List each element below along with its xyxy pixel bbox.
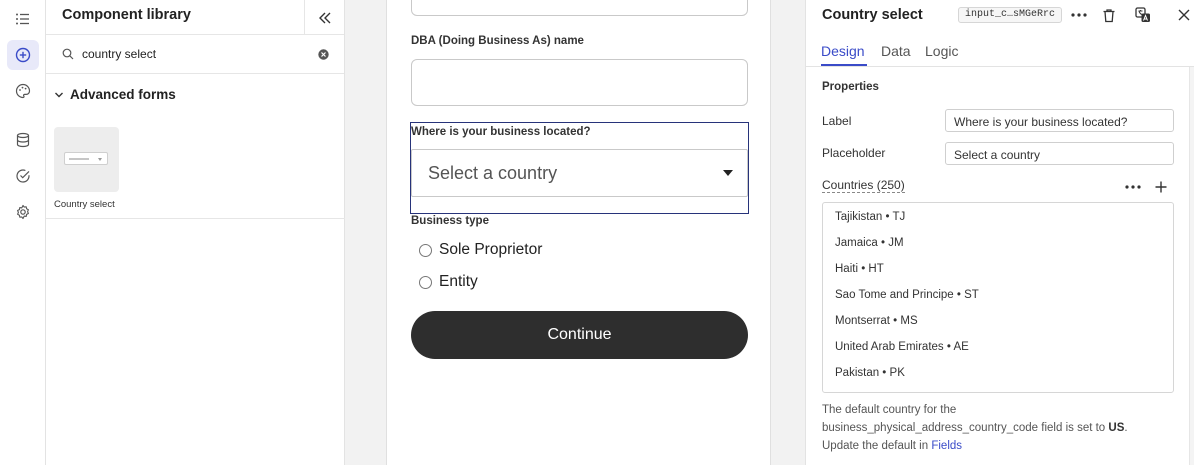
continue-button[interactable]: Continue xyxy=(411,311,748,359)
previous-input[interactable] xyxy=(411,0,748,16)
icon-rail xyxy=(0,0,46,465)
list-item[interactable]: Tajikistan • TJ xyxy=(823,209,1173,235)
library-search xyxy=(46,35,344,74)
library-title: Component library xyxy=(62,7,191,23)
dba-input[interactable] xyxy=(411,59,748,106)
select-preview-icon xyxy=(64,152,108,165)
tab-design[interactable]: Design xyxy=(821,43,865,59)
component-id-badge[interactable]: input_c…sMGeRrc xyxy=(958,7,1063,23)
radio-circle[interactable] xyxy=(419,243,432,257)
database-icon xyxy=(16,132,30,148)
list-item[interactable]: Montserrat • MS xyxy=(823,313,1173,339)
list-item[interactable]: Jamaica • JM xyxy=(823,235,1173,261)
plus-icon xyxy=(1155,181,1167,193)
help-default-value: US xyxy=(1108,422,1125,434)
check-circle-icon xyxy=(16,169,30,183)
default-country-help: The default country for the business_phy… xyxy=(822,404,1128,452)
translate-button[interactable] xyxy=(1134,6,1152,24)
radio-sole-proprietor[interactable]: Sole Proprietor xyxy=(419,241,542,259)
add-component-button[interactable] xyxy=(7,40,39,70)
clear-search-icon[interactable] xyxy=(318,49,329,60)
section-title: Advanced forms xyxy=(70,87,176,102)
tab-data[interactable]: Data xyxy=(881,43,911,59)
divider xyxy=(46,218,345,219)
panel-tabs: Design Data Logic xyxy=(806,36,1194,67)
radio-label: Entity xyxy=(439,273,478,290)
label-field[interactable]: Where is your business located? xyxy=(945,109,1174,132)
properties-panel: Country select input_c…sMGeRrc Design Da… xyxy=(805,0,1194,465)
select-placeholder: Select a country xyxy=(428,163,558,183)
list-item[interactable]: United Arab Emirates • AE xyxy=(823,339,1173,365)
add-country-button[interactable] xyxy=(1153,179,1169,195)
translate-icon xyxy=(1135,7,1150,22)
active-tab-indicator xyxy=(821,64,867,66)
business-type-label: Business type xyxy=(411,215,489,227)
panel-title: Country select xyxy=(822,7,923,23)
data-button[interactable] xyxy=(7,125,39,155)
search-input[interactable] xyxy=(82,44,312,64)
fields-link[interactable]: Fields xyxy=(931,440,962,452)
country-select-dropdown[interactable]: Select a country xyxy=(411,149,748,197)
more-horizontal-icon xyxy=(1125,185,1141,189)
help-text: The default country for the xyxy=(822,404,957,416)
list-icon xyxy=(16,13,29,25)
trash-icon xyxy=(1103,8,1115,22)
radio-label: Sole Proprietor xyxy=(439,241,543,258)
component-card-label: Country select xyxy=(54,199,115,210)
theme-button[interactable] xyxy=(7,76,39,106)
component-card-country-select[interactable]: Country select xyxy=(54,127,136,210)
form-preview: DBA (Doing Business As) name Where is yo… xyxy=(386,0,771,465)
selected-country-select-component[interactable]: Where is your business located? Select a… xyxy=(410,122,749,214)
list-item[interactable]: Haiti • HT xyxy=(823,261,1173,287)
label-property-label: Label xyxy=(822,114,852,128)
radio-circle[interactable] xyxy=(419,275,432,289)
double-chevron-left-icon xyxy=(318,12,330,23)
location-label: Where is your business located? xyxy=(411,126,591,138)
checks-button[interactable] xyxy=(7,161,39,191)
chevron-down-icon xyxy=(55,92,63,98)
list-item[interactable]: Sao Tome and Principe • ST xyxy=(823,287,1173,313)
outline-button[interactable] xyxy=(7,4,39,34)
palette-icon xyxy=(15,83,31,99)
properties-heading: Properties xyxy=(822,81,879,93)
scrollbar[interactable] xyxy=(1189,67,1194,465)
component-library-panel: Component library Advanced forms Country… xyxy=(46,0,345,465)
countries-more-button[interactable] xyxy=(1125,179,1141,195)
canvas: DBA (Doing Business As) name Where is yo… xyxy=(345,0,805,465)
placeholder-property-label: Placeholder xyxy=(822,146,886,160)
search-icon xyxy=(62,48,74,60)
countries-label[interactable]: Countries (250) xyxy=(822,178,905,193)
countries-list: Tajikistan • TJ Jamaica • JM Haiti • HT … xyxy=(822,202,1174,393)
collapse-library-button[interactable] xyxy=(304,0,344,35)
more-options-button[interactable] xyxy=(1070,6,1088,24)
dba-label: DBA (Doing Business As) name xyxy=(411,35,584,47)
more-horizontal-icon xyxy=(1071,13,1087,17)
library-header: Component library xyxy=(46,0,344,35)
add-circle-icon xyxy=(15,47,31,63)
tab-logic[interactable]: Logic xyxy=(925,43,958,59)
radio-entity[interactable]: Entity xyxy=(419,273,478,291)
section-advanced-forms[interactable]: Advanced forms xyxy=(46,74,344,116)
close-panel-button[interactable] xyxy=(1175,6,1193,24)
help-text: Update the default in xyxy=(822,440,929,452)
caret-down-icon xyxy=(723,170,733,176)
settings-button[interactable] xyxy=(7,197,39,227)
list-item[interactable]: Pakistan • PK xyxy=(823,365,1173,391)
gear-icon xyxy=(17,204,29,220)
help-text: business_physical_address_country_code f… xyxy=(822,422,1106,434)
placeholder-field[interactable]: Select a country xyxy=(945,142,1174,165)
close-icon xyxy=(1178,9,1190,21)
component-thumbnail xyxy=(54,127,119,192)
delete-button[interactable] xyxy=(1100,6,1118,24)
